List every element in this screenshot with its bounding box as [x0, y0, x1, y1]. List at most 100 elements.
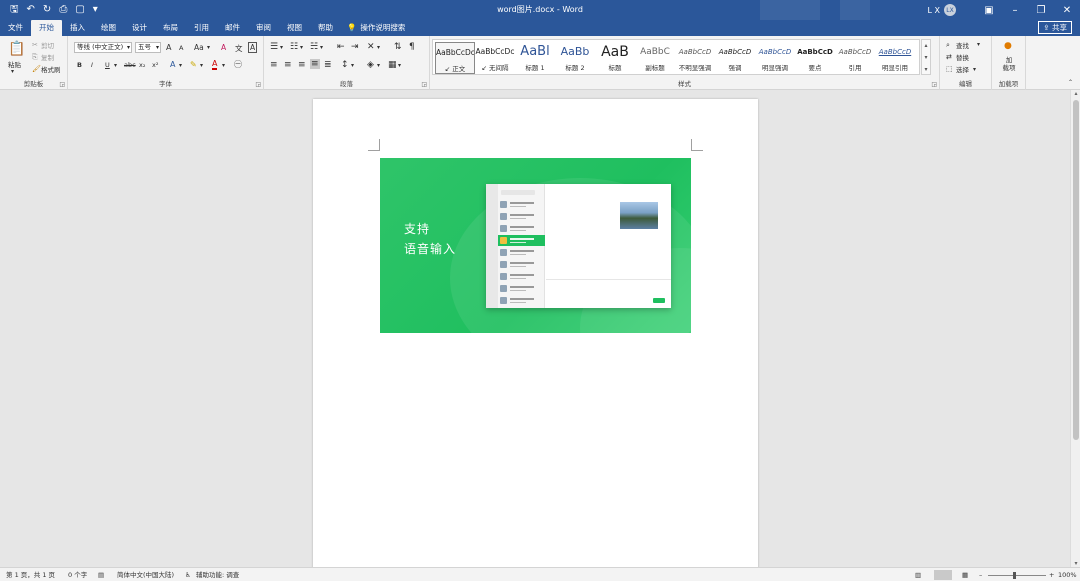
cut-button[interactable]: 剪切 [41, 40, 54, 50]
bold-button[interactable]: B [77, 61, 82, 69]
document-page[interactable]: 支持 语音输入 [313, 99, 758, 569]
redo-icon[interactable]: ↻ [43, 0, 51, 20]
minimize-icon[interactable]: – [1002, 0, 1028, 20]
numbering-icon[interactable]: ☷ [290, 42, 298, 52]
search-icon[interactable]: ⌕ [946, 40, 950, 50]
tab-design[interactable]: 设计 [124, 20, 155, 36]
chevron-down-icon[interactable]: ▾ [398, 61, 401, 71]
paste-icon[interactable]: 📋 [8, 41, 25, 57]
increase-indent-icon[interactable]: ⇥ [351, 42, 359, 52]
zoom-out-icon[interactable]: – [979, 568, 982, 581]
select-icon[interactable]: ⬚ [946, 64, 953, 74]
style-heading-2[interactable]: AaBb 标题 2 [555, 42, 595, 74]
collapse-ribbon-icon[interactable]: ⌃ [1068, 78, 1073, 88]
language-status[interactable]: 简体中文(中国大陆) [117, 568, 174, 581]
tab-view[interactable]: 视图 [279, 20, 310, 36]
chevron-down-icon[interactable]: ▾ [114, 61, 117, 71]
ribbon-display-icon[interactable]: ▣ [976, 0, 1002, 20]
tab-layout[interactable]: 布局 [155, 20, 186, 36]
close-icon[interactable]: ✕ [1054, 0, 1080, 20]
style-normal[interactable]: AaBbCcDc ↙ 正文 [435, 42, 475, 74]
restore-icon[interactable]: ❐ [1028, 0, 1054, 20]
character-border-button[interactable]: A [248, 42, 258, 53]
shrink-font-button[interactable]: A [179, 44, 183, 52]
chevron-down-icon[interactable]: ▾ [200, 61, 203, 71]
copy-button[interactable]: 复制 [41, 52, 54, 62]
style-heading-1[interactable]: AaBl 标题 1 [515, 42, 555, 74]
replace-icon[interactable]: ⇄ [946, 52, 952, 62]
chevron-down-icon[interactable]: ▾ [222, 61, 225, 71]
style-intense-emphasis[interactable]: AaBbCcD 明显强调 [755, 42, 795, 74]
word-count[interactable]: 0 个字 [68, 568, 87, 581]
superscript-button[interactable]: x² [152, 61, 158, 69]
styles-gallery-scroll[interactable]: ▴ ▾ ▾ [921, 39, 931, 75]
zoom-in-icon[interactable]: + [1049, 568, 1054, 581]
align-left-icon[interactable]: ≡ [270, 60, 278, 70]
addins-button[interactable]: 加 载项 [1000, 56, 1018, 72]
font-color-button[interactable]: A [212, 60, 218, 70]
tab-insert[interactable]: 插入 [62, 20, 93, 36]
font-size-select[interactable]: 五号 ▾ [135, 42, 161, 53]
highlight-icon[interactable]: ✎ [190, 60, 197, 70]
bullets-icon[interactable]: ☰ [270, 42, 278, 52]
style-title[interactable]: AaB 标题 [595, 42, 635, 74]
tab-file[interactable]: 文件 [0, 20, 31, 36]
style-subtle-emphasis[interactable]: AaBbCcD 不明显强调 [675, 42, 715, 74]
scroll-down-icon[interactable]: ▾ [1071, 560, 1080, 567]
tell-me-search[interactable]: 💡 操作说明搜索 [341, 20, 405, 36]
decrease-indent-icon[interactable]: ⇤ [337, 42, 345, 52]
italic-button[interactable]: I [91, 61, 93, 69]
tab-home[interactable]: 开始 [31, 20, 62, 36]
chevron-down-icon[interactable]: ▾ [11, 67, 14, 77]
strikethrough-button[interactable]: abc [124, 61, 136, 69]
distributed-icon[interactable]: ≣ [324, 60, 332, 70]
cut-icon[interactable]: ✂ [32, 40, 38, 50]
style-emphasis[interactable]: AaBbCcD 强调 [715, 42, 755, 74]
web-layout-icon[interactable]: ▦ [962, 568, 968, 581]
subscript-button[interactable]: x₂ [139, 61, 145, 69]
tab-mailings[interactable]: 邮件 [217, 20, 248, 36]
justify-icon[interactable]: ≡ [310, 59, 320, 69]
read-mode-icon[interactable]: ▥ [915, 568, 921, 581]
chevron-down-icon[interactable]: ▾ [179, 61, 182, 71]
chevron-down-icon[interactable]: ▾ [207, 43, 210, 53]
style-intense-quote[interactable]: AaBbCcD 明显引用 [875, 42, 915, 74]
font-name-select[interactable]: 等线 (中文正文) ▾ [74, 42, 132, 53]
dialog-launcher-icon[interactable]: ◲ [255, 81, 261, 88]
show-marks-icon[interactable]: ¶ [409, 42, 415, 52]
accessibility-status[interactable]: 辅助功能: 调查 [196, 568, 239, 581]
chevron-down-icon[interactable]: ▾ [377, 61, 380, 71]
customize-qat-icon[interactable]: ▾ [93, 0, 98, 20]
format-painter-button[interactable]: 格式刷 [41, 64, 61, 74]
replace-button[interactable]: 替换 [956, 52, 969, 62]
style-quote[interactable]: AaBbCcD 引用 [835, 42, 875, 74]
chevron-down-icon[interactable]: ▾ [351, 61, 354, 71]
scrollbar-thumb[interactable] [1073, 100, 1079, 440]
chevron-down-icon[interactable]: ▾ [973, 65, 976, 75]
change-case-button[interactable]: Aa [194, 43, 204, 52]
grow-font-button[interactable]: A [166, 43, 171, 52]
chevron-down-icon[interactable]: ▾ [377, 43, 380, 53]
line-spacing-icon[interactable]: ↕ [341, 60, 349, 70]
select-button[interactable]: 选择 [956, 64, 969, 74]
style-no-spacing[interactable]: AaBbCcDc ↙ 无间隔 [475, 42, 515, 74]
phonetic-guide-button[interactable]: 文 [235, 43, 243, 54]
find-button[interactable]: 查找 [956, 40, 969, 50]
print-layout-icon[interactable] [934, 570, 952, 580]
document-canvas[interactable]: 支持 语音输入 [0, 90, 1070, 569]
touch-mode-icon[interactable]: ▢ [75, 0, 84, 20]
vertical-scrollbar[interactable]: ▴ ▾ [1070, 90, 1080, 567]
shading-icon[interactable]: ◈ [367, 60, 374, 70]
user-name[interactable]: L X [928, 6, 940, 15]
copy-icon[interactable]: ⎘ [32, 52, 38, 62]
paste-button[interactable]: 粘贴 [8, 59, 21, 69]
scroll-up-icon[interactable]: ▴ [1071, 90, 1080, 97]
enclose-characters-icon[interactable]: ㊀ [234, 60, 242, 70]
style-subtitle[interactable]: AaBbC 副标题 [635, 42, 675, 74]
text-effects-icon[interactable]: A [170, 60, 175, 70]
tab-help[interactable]: 帮助 [310, 20, 341, 36]
chevron-down-icon[interactable]: ▾ [320, 43, 323, 53]
avatar[interactable]: LX [944, 4, 956, 16]
format-painter-icon[interactable]: 🖌 [32, 64, 41, 74]
zoom-slider[interactable] [988, 575, 1046, 576]
